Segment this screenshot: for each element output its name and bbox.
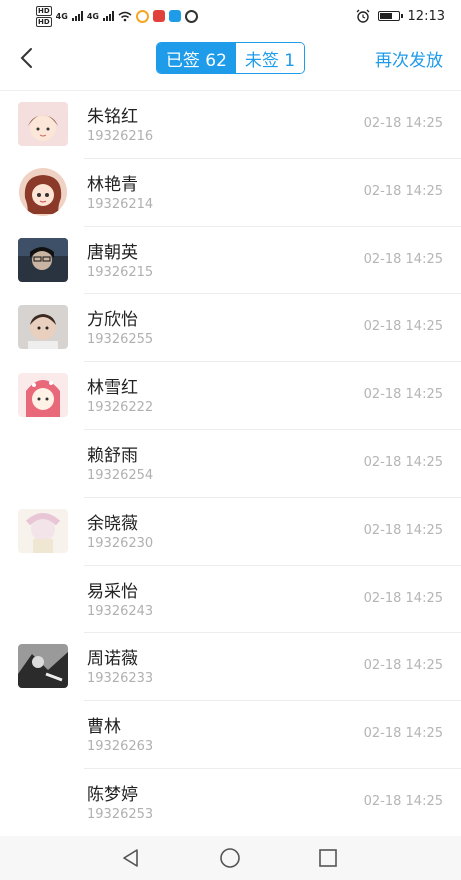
- app-notification-icon: [168, 10, 181, 22]
- member-name: 易采怡: [87, 581, 138, 602]
- list-item[interactable]: 方欣怡 19326255 02-18 14:25: [0, 294, 461, 362]
- member-name: 余晓薇: [87, 513, 138, 534]
- list-item[interactable]: 余晓薇 19326230 02-18 14:25: [0, 498, 461, 566]
- system-recent-button[interactable]: [316, 846, 340, 870]
- signal-icon: [71, 11, 83, 21]
- avatar: [18, 508, 68, 553]
- signed-time: 02-18 14:25: [363, 251, 443, 267]
- member-name: 周诺薇: [87, 649, 138, 670]
- sign-status-segmented-control: 已签 62 未签 1: [155, 42, 306, 74]
- list-item[interactable]: 林雪红 19326222 02-18 14:25: [0, 362, 461, 430]
- signed-time: 02-18 14:25: [363, 454, 443, 470]
- member-name: 唐朝英: [87, 242, 138, 263]
- signed-time: 02-18 14:25: [363, 522, 443, 538]
- signed-time: 02-18 14:25: [363, 793, 443, 809]
- list-item[interactable]: 林艳青 19326214 02-18 14:25: [0, 159, 461, 227]
- avatar: [19, 167, 67, 216]
- resend-button[interactable]: 再次发放: [375, 46, 443, 71]
- hd-badges: HD HD: [36, 5, 52, 27]
- avatar: [18, 237, 68, 282]
- member-name: 林艳青: [87, 174, 138, 195]
- app-notification-icon: [184, 9, 198, 23]
- signed-member-list: 朱铭红 19326216 02-18 14:25 林艳青 19326214 02…: [0, 91, 461, 837]
- circle-home-icon: [220, 848, 240, 868]
- signed-time: 02-18 14:25: [363, 183, 443, 199]
- signed-time: 02-18 14:25: [363, 319, 443, 335]
- list-item[interactable]: 周诺薇 19326233 02-18 14:25: [0, 633, 461, 701]
- member-name: 林雪红: [87, 378, 138, 399]
- list-item[interactable]: 曹林 19326263 02-18 14:25: [0, 701, 461, 769]
- status-icons-left: HD HD 4G 4G: [36, 5, 198, 27]
- list-item[interactable]: 赖舒雨 19326254 02-18 14:25: [0, 430, 461, 498]
- chevron-left-icon: [20, 48, 32, 68]
- system-home-button[interactable]: [218, 846, 242, 870]
- signed-time: 02-18 14:25: [363, 726, 443, 742]
- signal-icon: [102, 11, 114, 21]
- member-phone: 19326216: [87, 129, 154, 144]
- signed-time: 02-18 14:25: [363, 387, 443, 403]
- member-phone: 19326254: [87, 467, 154, 483]
- signed-time: 02-18 14:25: [363, 658, 443, 674]
- avatar: [18, 305, 68, 350]
- alarm-icon: [356, 9, 369, 23]
- member-name: 赖舒雨: [87, 445, 138, 466]
- wifi-icon: [118, 11, 132, 21]
- network-label: 4G: [86, 11, 99, 21]
- hd-badge: HD: [36, 5, 52, 16]
- member-name: 方欣怡: [87, 310, 138, 331]
- list-item[interactable]: 朱铭红 19326216 02-18 14:25: [0, 91, 461, 159]
- member-phone: 19326233: [87, 671, 154, 687]
- hd-badge: HD: [36, 16, 52, 27]
- battery-icon: [377, 11, 403, 21]
- status-icons-right: 12:13: [356, 9, 445, 24]
- status-bar: HD HD 4G 4G 12:13: [0, 0, 461, 32]
- avatar: [18, 102, 68, 146]
- member-phone: 19326263: [87, 739, 154, 755]
- member-phone: 19326243: [87, 603, 154, 619]
- tab-unsigned[interactable]: 未签 1: [235, 43, 305, 73]
- avatar: [18, 373, 68, 418]
- member-phone: 19326230: [87, 535, 154, 551]
- top-nav-bar: 已签 62 未签 1 再次发放: [0, 32, 461, 84]
- list-item[interactable]: 易采怡 19326243 02-18 14:25: [0, 566, 461, 634]
- member-phone: 19326255: [87, 332, 154, 348]
- list-item[interactable]: 唐朝英 19326215 02-18 14:25: [0, 227, 461, 295]
- back-button[interactable]: [14, 45, 38, 71]
- system-back-button[interactable]: [119, 846, 143, 870]
- app-notification-icon: [152, 10, 165, 22]
- square-recent-icon: [319, 849, 337, 867]
- signed-time: 02-18 14:25: [363, 116, 443, 131]
- member-name: 曹林: [87, 717, 121, 738]
- member-phone: 19326253: [87, 806, 154, 822]
- avatar: [18, 644, 68, 689]
- signed-time: 02-18 14:25: [363, 590, 443, 606]
- member-name: 陈梦婷: [87, 784, 138, 805]
- triangle-back-icon: [123, 849, 138, 867]
- system-nav-bar: [0, 836, 461, 880]
- list-item[interactable]: 陈梦婷 19326253 02-18 14:25: [0, 769, 461, 837]
- app-notification-icon: [135, 9, 149, 23]
- network-label: 4G: [55, 11, 68, 21]
- member-name: 朱铭红: [87, 107, 138, 127]
- member-phone: 19326215: [87, 264, 154, 280]
- status-time: 12:13: [407, 8, 445, 24]
- member-phone: 19326214: [87, 196, 154, 212]
- member-phone: 19326222: [87, 400, 154, 416]
- tab-signed[interactable]: 已签 62: [156, 43, 236, 73]
